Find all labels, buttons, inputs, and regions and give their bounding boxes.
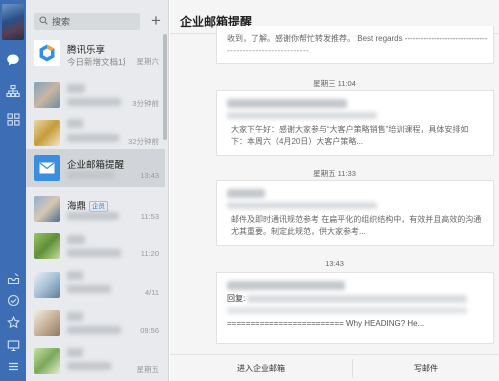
check-circle-icon[interactable] — [0, 291, 26, 309]
conversation-avatar — [34, 196, 60, 222]
blurred-preview — [67, 171, 115, 179]
conversation-avatar — [34, 348, 60, 374]
blurred-preview — [67, 249, 121, 257]
blurred-subject — [227, 189, 265, 198]
conversation-title: 企业邮箱提醒 — [67, 160, 125, 171]
inbox-icon[interactable] — [0, 269, 26, 287]
search-row: + — [26, 0, 168, 34]
conversation-time: 32分钟前 — [128, 137, 159, 146]
chat-icon[interactable] — [0, 51, 26, 69]
blurred-title — [67, 312, 83, 321]
compose-button[interactable]: 写邮件 — [353, 355, 499, 381]
conversation-item[interactable]: 32分钟前 — [26, 114, 165, 152]
conversation-item[interactable]: 4/11 — [26, 266, 165, 304]
mail-snippet: 邮件及即时通讯规范参考 在扁平化的组织结构中，有效并且高效的沟通 — [231, 215, 482, 224]
conversation-avatar — [34, 82, 60, 108]
star-icon[interactable] — [0, 313, 26, 331]
blurred-title — [67, 235, 85, 244]
conversation-time: 3分钟前 — [132, 99, 159, 108]
user-avatar[interactable] — [2, 4, 24, 40]
enter-mail-button[interactable]: 进入企业邮箱 — [170, 355, 352, 381]
chat-footer: 进入企业邮箱 写邮件 — [170, 354, 499, 381]
nav-rail — [0, 0, 26, 381]
mail-card[interactable]: 回复: ========================= Why HEADIN… — [216, 272, 494, 344]
conversation-time: 11:53 — [140, 212, 159, 221]
menu-icon[interactable] — [0, 357, 26, 375]
chat-panel: 企业邮箱提醒 收到，了解。感谢你帮忙转发推荐。 Best regards ---… — [170, 0, 499, 381]
blurred-reply-subject — [247, 295, 467, 303]
message-time: 13:43 — [325, 259, 344, 268]
mail-snippet: ========================= Why HEADING? H… — [227, 319, 425, 328]
conversation-avatar — [34, 120, 60, 146]
member-badge: 企员 — [89, 201, 109, 212]
conversation-item[interactable]: 腾讯乐享 今日新增文档1篇... 星期六 — [26, 34, 165, 72]
conversation-item[interactable]: 3分钟前 — [26, 76, 165, 114]
conversation-avatar — [34, 272, 60, 298]
mail-snippet: 尤其重要。制定此规范，供大家参考... — [231, 227, 366, 236]
search-box[interactable] — [34, 13, 140, 30]
conversation-avatar — [34, 233, 60, 259]
reply-label: 回复: — [227, 294, 246, 303]
blurred-sender — [227, 202, 377, 209]
message-time: 星期三 11:04 — [313, 79, 356, 88]
conversation-time: 星期六 — [136, 57, 160, 66]
apps-grid-icon[interactable] — [0, 110, 26, 128]
blurred-preview — [67, 285, 111, 293]
conversation-time: 11:20 — [140, 249, 159, 258]
blurred-title — [67, 119, 83, 128]
conversation-title: 海鼎 企员 — [67, 198, 109, 212]
conversation-avatar — [34, 40, 60, 66]
blurred-subject — [227, 99, 347, 108]
blurred-subject — [227, 281, 345, 290]
blurred-preview — [67, 326, 121, 334]
mail-snippet: 收到，了解。感谢你帮忙转发推荐。 Best regards ----------… — [227, 34, 487, 43]
blurred-line — [227, 307, 467, 314]
search-icon — [39, 15, 48, 28]
conversation-time: 09:56 — [140, 326, 159, 335]
conversation-title: 腾讯乐享 — [67, 45, 106, 56]
mail-snippet: 下：本周六（4月20日）大客户策略... — [231, 137, 364, 146]
conversation-list: + 腾讯乐享 今日新增文档1篇... 星期六 3分钟前 32分钟前 企业邮箱提醒… — [26, 0, 169, 381]
conversation-item[interactable]: 11:20 — [26, 227, 165, 265]
mail-card[interactable]: 邮件及即时通讯规范参考 在扁平化的组织结构中，有效并且高效的沟通 尤其重要。制定… — [216, 180, 494, 246]
blurred-title — [67, 84, 85, 93]
blurred-preview — [67, 362, 111, 370]
mail-card[interactable]: 收到，了解。感谢你帮忙转发推荐。 Best regards ----------… — [216, 26, 494, 64]
conversation-time: 4/11 — [144, 288, 159, 297]
blurred-sender — [227, 112, 377, 119]
conversation-avatar — [34, 310, 60, 336]
conversation-item[interactable]: 09:56 — [26, 304, 165, 342]
search-input[interactable] — [52, 16, 132, 27]
conversation-time: 星期五 — [136, 365, 160, 374]
monitor-icon[interactable] — [0, 336, 26, 354]
blurred-title — [67, 348, 83, 357]
blurred-preview — [67, 98, 121, 106]
conversation-time: 13:43 — [140, 171, 159, 180]
blurred-title — [67, 271, 83, 280]
mail-divider: -------------------------- — [227, 46, 310, 55]
conversation-item[interactable]: 星期五 — [26, 342, 165, 380]
conversation-avatar — [34, 155, 60, 181]
mail-snippet: 大家下午好：感谢大家参与“大客户策略销售”培训课程，具体安排如 — [231, 125, 469, 134]
mail-card[interactable]: 大家下午好：感谢大家参与“大客户策略销售”培训课程，具体安排如 下：本周六（4月… — [216, 90, 494, 156]
org-chart-icon[interactable] — [0, 82, 26, 100]
list-scrollbar[interactable] — [163, 34, 167, 140]
blurred-preview — [67, 212, 119, 220]
conversation-item[interactable]: 海鼎 企员 11:53 — [26, 190, 165, 228]
add-conversation-button[interactable]: + — [147, 11, 165, 31]
conversation-item-selected[interactable]: 企业邮箱提醒 13:43 — [26, 149, 165, 187]
conversation-preview: 今日新增文档1篇... — [67, 57, 125, 67]
blurred-preview — [67, 134, 119, 142]
message-time: 星期五 11:33 — [313, 169, 356, 178]
